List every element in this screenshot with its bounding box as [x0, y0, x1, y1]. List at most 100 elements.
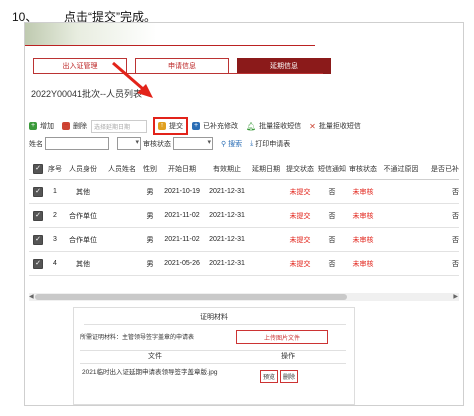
- cell-identity: 合作单位: [69, 212, 97, 220]
- download-icon: ⤓: [250, 139, 254, 147]
- cell-index: 1: [53, 188, 57, 195]
- batch-reject-sms-button[interactable]: ✕ 批量拒收短信: [309, 121, 361, 131]
- minus-icon: −: [62, 122, 70, 130]
- upload-image-button[interactable]: 上传图片文件: [236, 330, 328, 344]
- cell-review-status: 未审核: [352, 212, 374, 220]
- scroll-left-arrow-icon[interactable]: ◀: [29, 293, 34, 300]
- name-label: 姓名: [29, 140, 43, 148]
- cell-start-date: 2021-11-02: [164, 236, 200, 243]
- select-all-checkbox[interactable]: ✓: [33, 164, 43, 174]
- supplement-button-label: 已补充修改: [203, 123, 238, 130]
- cell-supplemented: 否: [452, 212, 459, 220]
- cell-sms: 否: [328, 212, 336, 220]
- extension-date-input[interactable]: 选择延期日期: [91, 119, 147, 133]
- cell-sms: 否: [328, 236, 336, 244]
- add-button-label: 增加: [40, 123, 54, 130]
- proof-divider: [84, 324, 346, 325]
- row-checkbox[interactable]: ✓: [33, 186, 43, 197]
- col-header: 人员姓名: [108, 166, 136, 173]
- cell-review-status: 未审核: [352, 260, 374, 268]
- col-header: 审核状态: [349, 166, 377, 173]
- col-header: 有效期止: [213, 166, 241, 173]
- scrollbar-thumb[interactable]: [35, 294, 347, 300]
- col-header: 不通过原因: [383, 166, 419, 173]
- filter-bar: 姓名 审核状态 ⚲ 搜索 ⤓ 打印申请表: [29, 137, 290, 150]
- search-icon: ⚲: [221, 140, 227, 148]
- batch-sms-label: 批量接收短信: [259, 123, 302, 130]
- cell-index: 2: [53, 212, 57, 219]
- col-header: 性别: [143, 166, 157, 173]
- file-table-header: 文件 操作: [80, 350, 346, 364]
- review-status-placeholder: 审核状态: [143, 140, 171, 148]
- required-materials-label: 所需证明材料：主管领导签字盖章的申请表: [80, 335, 195, 341]
- cell-valid-until: 2021-12-31: [209, 188, 245, 195]
- cell-gender: 男: [146, 260, 154, 268]
- proof-title: 证明材料: [200, 314, 228, 321]
- cell-submit-status: 未提交: [289, 260, 311, 268]
- row-checkbox[interactable]: ✓: [33, 234, 43, 245]
- scroll-right-arrow-icon[interactable]: ▶: [453, 293, 458, 300]
- col-ops: 操作: [281, 353, 295, 360]
- cell-supplemented: 否: [452, 188, 459, 196]
- supplement-button[interactable]: + 已补充修改: [192, 121, 238, 131]
- remove-file-button[interactable]: 删除: [280, 370, 299, 383]
- cell-review-status: 未审核: [352, 188, 374, 196]
- table-row[interactable]: ✓ 2 合作单位 男 2021-11-02 2021-12-31 未提交 否 未…: [29, 204, 459, 228]
- cell-start-date: 2021-05-26: [164, 260, 200, 267]
- cell-index: 3: [53, 236, 57, 243]
- review-status-extra-select[interactable]: [117, 137, 141, 150]
- plus-icon: +: [192, 122, 200, 130]
- col-header: 提交状态: [286, 166, 314, 173]
- file-name: 2021临时出入证延期申请表领导签字盖章版.jpg: [82, 369, 218, 376]
- search-button[interactable]: ⚲ 搜索: [221, 139, 242, 149]
- cell-gender: 男: [146, 188, 154, 196]
- cell-identity: 其他: [76, 260, 90, 268]
- col-header: 人员身份: [69, 166, 97, 173]
- batch-sms-button[interactable]: 🔔︎ 批量接收短信: [246, 121, 301, 131]
- cell-submit-status: 未提交: [289, 236, 311, 244]
- table-header: ✓ 序号 人员身份 人员姓名 性别 开始日期 有效期止 延期日期 提交状态 短信…: [29, 159, 459, 180]
- review-status-select[interactable]: [173, 137, 213, 150]
- col-header: 延期日期: [252, 166, 280, 173]
- cell-valid-until: 2021-12-31: [209, 236, 245, 243]
- submit-button[interactable]: ↑ 提交: [153, 117, 188, 135]
- col-header: 开始日期: [168, 166, 196, 173]
- toolbar: + 增加 − 删除 选择延期日期 ↑ 提交 + 已补充修改 🔔︎ 批量接收短信 …: [29, 117, 361, 135]
- add-button[interactable]: + 增加: [29, 121, 54, 131]
- cell-valid-until: 2021-12-31: [209, 260, 245, 267]
- bell-icon: 🔔︎: [246, 121, 257, 131]
- cell-start-date: 2021-10-19: [164, 188, 200, 195]
- upload-icon: ↑: [158, 122, 166, 130]
- name-input[interactable]: [45, 137, 109, 150]
- cell-review-status: 未审核: [352, 236, 374, 244]
- table-row[interactable]: ✓ 4 其他 男 2021-05-26 2021-12-31 未提交 否 未审核…: [29, 252, 459, 276]
- delete-button[interactable]: − 删除: [62, 121, 87, 131]
- cell-gender: 男: [146, 236, 154, 244]
- proof-materials-panel: 证明材料 所需证明材料：主管领导签字盖章的申请表 上传图片文件 文件 操作 20…: [73, 307, 355, 405]
- cell-identity: 合作单位: [69, 236, 97, 244]
- print-button[interactable]: ⤓ 打印申请表: [250, 139, 290, 149]
- cell-start-date: 2021-11-02: [164, 212, 200, 219]
- print-button-label: 打印申请表: [255, 140, 291, 148]
- cell-submit-status: 未提交: [289, 188, 311, 196]
- horizontal-scrollbar[interactable]: ◀ ▶: [29, 293, 459, 301]
- cell-valid-until: 2021-12-31: [209, 212, 245, 219]
- cell-sms: 否: [328, 260, 336, 268]
- preview-button[interactable]: 预览: [260, 370, 279, 383]
- table-row[interactable]: ✓ 1 其他 男 2021-10-19 2021-12-31 未提交 否 未审核…: [29, 180, 459, 204]
- cell-supplemented: 否: [452, 236, 459, 244]
- row-checkbox[interactable]: ✓: [33, 258, 43, 269]
- delete-button-label: 删除: [73, 123, 87, 130]
- personnel-table: ✓ 序号 人员身份 人员姓名 性别 开始日期 有效期止 延期日期 提交状态 短信…: [29, 159, 459, 276]
- cell-supplemented: 否: [452, 260, 459, 268]
- file-operations: 预览 删除: [260, 370, 299, 383]
- col-file: 文件: [148, 353, 162, 360]
- cell-sms: 否: [328, 188, 336, 196]
- row-checkbox[interactable]: ✓: [33, 210, 43, 221]
- search-button-label: 搜索: [228, 140, 243, 148]
- table-row[interactable]: ✓ 3 合作单位 男 2021-11-02 2021-12-31 未提交 否 未…: [29, 228, 459, 252]
- batch-reject-sms-label: 批量拒收短信: [318, 123, 361, 130]
- col-header: 序号: [48, 166, 62, 173]
- app-screenshot-frame: 出入证管理 申请信息 延期信息 2022Y00041批次--人员列表 + 增加 …: [24, 22, 464, 406]
- col-header: 短信通知: [318, 166, 346, 173]
